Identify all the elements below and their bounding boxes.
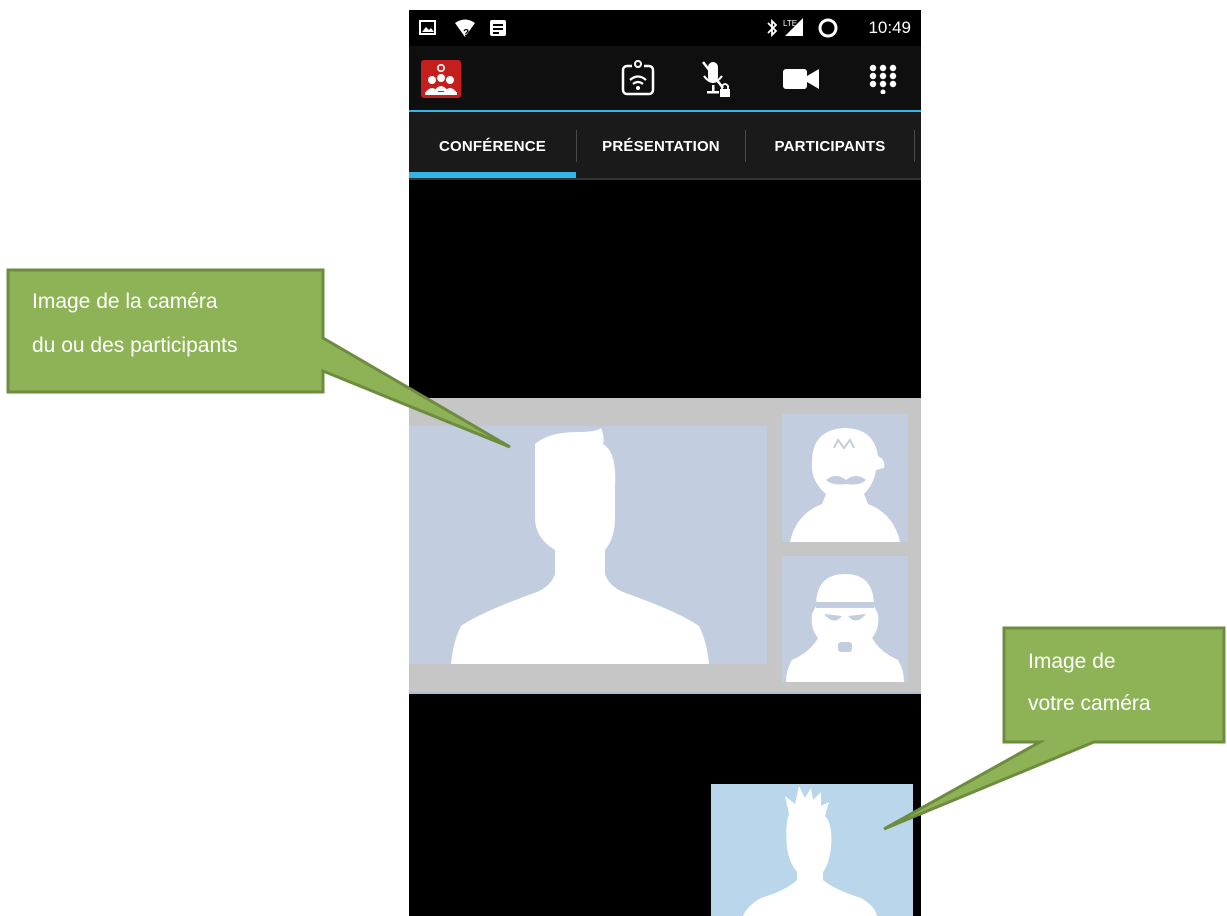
participant-thumbnail-stormtrooper[interactable] [782,556,908,682]
microphone-muted-icon[interactable] [699,58,735,100]
video-area-border [409,692,921,694]
tab-bar: CONFÉRENCE PRÉSENTATION PARTICIPANTS [409,112,921,180]
main-participant-video[interactable] [409,426,767,664]
phone-screen: ? LTE 10:49 CONFÉRENCE PRÉSENTATION PART… [409,10,921,916]
mario-silhouette-icon [790,428,900,542]
self-callout-line2: votre caméra [1028,692,1151,715]
remote-video-area [409,398,921,694]
tab-participants[interactable]: PARTICIPANTS [746,112,914,180]
self-camera-view[interactable] [711,784,913,916]
tab-conference[interactable]: CONFÉRENCE [409,112,576,180]
participant-thumbnail-mario[interactable] [782,414,908,542]
action-bar [409,46,921,112]
svg-text:LTE: LTE [783,19,797,28]
lte-signal-icon: LTE [783,18,803,36]
wifi-share-icon[interactable] [619,60,657,98]
video-camera-icon[interactable] [781,64,821,94]
status-bar: ? LTE 10:49 [409,10,921,46]
bluetooth-icon [767,18,778,38]
svg-text:?: ? [463,28,469,38]
wifi-unknown-icon: ? [455,19,475,38]
stormtrooper-silhouette-icon [786,574,904,682]
self-callout-line1: Image de [1028,650,1116,673]
person-spiky-hair-silhouette-icon [743,786,877,916]
tabs-underline [409,178,921,180]
status-time: 10:49 [868,18,911,37]
participants-callout-line1: Image de la caméra [32,290,218,313]
image-notification-icon [419,20,436,35]
tab-presentation[interactable]: PRÉSENTATION [577,112,745,180]
person-silhouette-icon [451,428,709,664]
tab-divider [914,130,915,162]
sync-icon [818,18,838,38]
participants-callout-line2: du ou des participants [32,334,238,357]
message-notification-icon [490,20,506,36]
conference-app-icon[interactable] [421,60,461,98]
dialpad-grid-icon[interactable] [867,62,899,94]
